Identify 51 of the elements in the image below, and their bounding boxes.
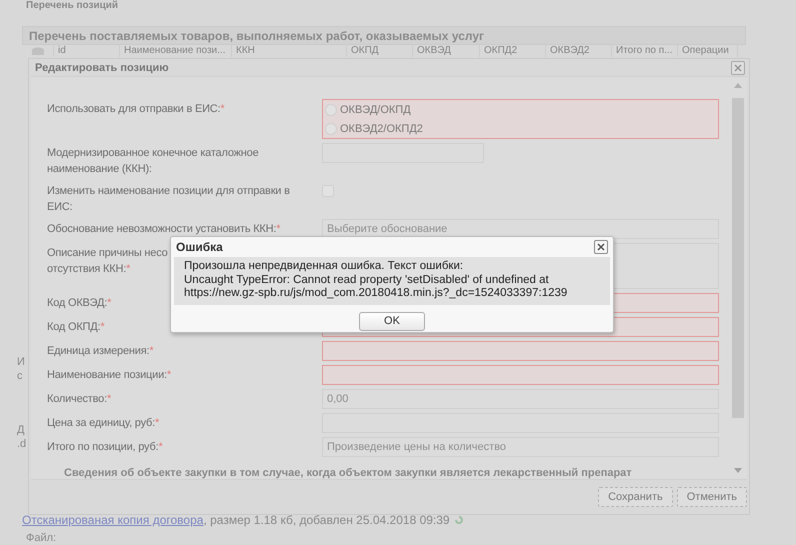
error-message: Произошла непредвиденная ошибка. Текст ошибки: — [184, 260, 464, 274]
refresh-icon — [454, 515, 464, 525]
column-header[interactable]: ОКВЭД2 — [546, 45, 612, 57]
field-label: Код ОКВЭД:* — [47, 296, 112, 311]
field-label: Единица измерения:* — [47, 344, 154, 359]
error-details: Uncaught TypeError: Cannot read property 'setDisabled' of undefined at https://new.gz-spb.ru/js/mod_com.20180418.min.js?_dc=1524033397:1239 — [184, 274, 568, 300]
field-label: Описание причины несо отсутствия ККН:* — [47, 246, 168, 277]
column-header[interactable]: id — [54, 45, 120, 57]
dialog-button[interactable]: Отменить — [676, 487, 747, 507]
page-title: Перечень позиций — [26, 0, 118, 12]
document-link[interactable]: Отсканированая копия договора — [22, 513, 204, 527]
field-label: Использовать для отправки в ЕИС:* — [47, 102, 224, 117]
input-field[interactable] — [322, 341, 719, 361]
window-title: Редактировать позицию — [35, 62, 169, 74]
scroll-up-icon — [734, 83, 742, 88]
dialog-title: Ошибка — [176, 240, 223, 254]
column-header[interactable]: Операции — [678, 45, 738, 57]
close-icon — [734, 64, 742, 72]
scroll-down-icon — [734, 468, 742, 473]
input-field[interactable]: 0,00 — [322, 389, 719, 409]
field-label: Цена за единицу, руб:* — [47, 416, 160, 431]
column-header[interactable]: ОКПД — [347, 45, 413, 57]
close-icon — [597, 243, 605, 251]
text-fragment: с — [17, 369, 24, 383]
text-fragment: Д — [17, 423, 26, 437]
file-info: , размер 1.18 кб, добавлен 25.04.2018 09:39 — [203, 513, 450, 527]
column-header[interactable]: ККН — [232, 45, 347, 57]
column-header[interactable]: Наименование пози... — [120, 45, 232, 57]
section-subheading: Сведения об объекте закупки в том случае, когда объектом закупки является лекарственный препарат — [63, 466, 632, 479]
column-header[interactable]: Итого по п... — [612, 45, 678, 57]
field-label: Код ОКПД:* — [47, 320, 104, 335]
column-header[interactable]: ОКПД2 — [480, 45, 546, 57]
field-label: Итого по позиции, руб:* — [47, 440, 163, 455]
close-button[interactable] — [594, 240, 608, 254]
radio-option[interactable]: ОКВЭД2/ОКПД2 — [325, 120, 423, 137]
text-fragment: И — [17, 355, 25, 369]
ok-button[interactable]: OK — [359, 312, 425, 330]
field-label: Изменить наименование позиции для отправки в ЕИС: — [47, 184, 290, 215]
field-label: Обоснование невозможности установить ККН:* — [47, 222, 280, 237]
file-label: Файл: — [26, 532, 56, 544]
field-label: Количество:* — [47, 392, 112, 407]
input-field[interactable] — [322, 365, 719, 385]
dialog-button[interactable]: Сохранить — [598, 487, 673, 507]
section-header: Перечень поставляемых товаров, выполняемых работ, оказываемых услуг — [22, 26, 746, 45]
database-icon — [30, 46, 44, 56]
input-field[interactable]: Произведение цены на количество — [322, 437, 719, 457]
column-header[interactable]: ОКВЭД — [413, 45, 480, 57]
radio-option[interactable]: ОКВЭД/ОКПД — [325, 101, 411, 118]
field-label: Наименование позиции:* — [47, 368, 171, 383]
text-fragment: .d — [17, 437, 26, 451]
field-label: Модернизированное конечное каталожное наименование (ККН): — [47, 146, 258, 177]
